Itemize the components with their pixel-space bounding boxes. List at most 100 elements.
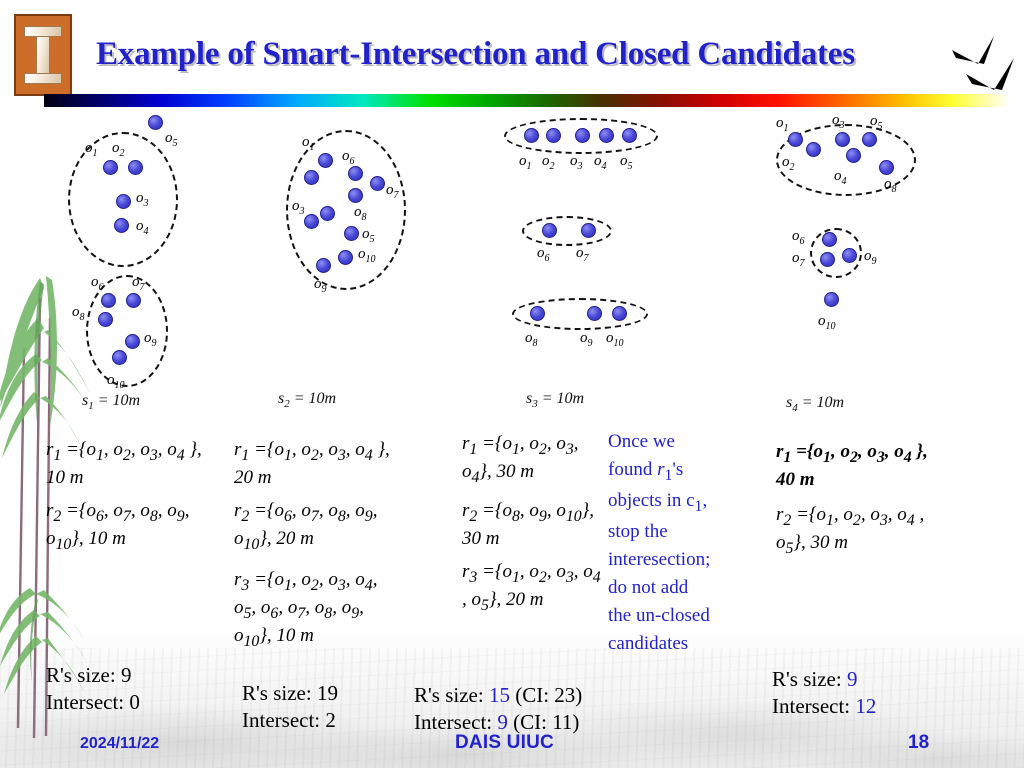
intersect-label: Intersect:	[414, 710, 493, 735]
object-dot	[546, 128, 561, 143]
object-label: o9	[314, 276, 327, 295]
diagram-s1: o5 o1 o2 o3 o4 o6 o7 o8 o9 o10	[56, 110, 236, 400]
intersect-label: Intersect:	[242, 708, 321, 733]
object-dot	[575, 128, 590, 143]
rules-column-1: r1 ={o1, o2, o3, o4 }, 10 m r2 ={o6, o7,…	[46, 438, 221, 556]
object-label: o10	[358, 246, 376, 265]
intersect-ci: (CI: 11)	[513, 710, 580, 735]
object-label: o3	[570, 153, 583, 172]
rules-column-4: r1 ={o1, o2, o3, o4 }, 40 m r2 ={o1, o2,…	[776, 440, 941, 560]
object-dot	[125, 334, 140, 349]
intersect-value: 0	[129, 690, 140, 715]
object-label: o3	[832, 112, 845, 131]
object-label: o8	[525, 330, 538, 349]
object-label: o3	[136, 190, 149, 209]
object-dot	[824, 292, 839, 307]
object-dot	[318, 153, 333, 168]
object-label: o10	[107, 372, 125, 391]
size-value: 15	[488, 683, 510, 707]
object-label: o7	[792, 250, 805, 269]
summary-column-2: R's size: 19 Intersect: 2	[242, 680, 338, 735]
object-dot	[822, 232, 837, 247]
object-label: o1	[519, 153, 532, 172]
object-label: o4	[136, 218, 149, 237]
object-dot	[101, 293, 116, 308]
object-label: o5	[870, 113, 883, 132]
rules-column-2: r1 ={o1, o2, o3, o4 }, 20 m r2 ={o6, o7,…	[234, 438, 404, 653]
object-label: o5	[620, 153, 633, 172]
intersect-value: 12	[855, 694, 877, 719]
object-dot	[612, 306, 627, 321]
uiuc-block-i-logo	[14, 14, 72, 96]
object-label: o9	[144, 330, 157, 349]
object-label: o2	[782, 154, 795, 173]
object-dot	[788, 132, 803, 147]
object-dot	[530, 306, 545, 321]
object-label: o6	[342, 148, 355, 167]
page-title: Example of Smart-Intersection and Closed…	[96, 36, 855, 72]
rules-column-3: r1 ={o1, o2, o3, o4}, 30 m r2 ={o8, o9, …	[462, 432, 602, 616]
rule-line: r1 ={o1, o2, o3, o4 }, 10 m	[46, 439, 202, 489]
object-dot	[348, 166, 363, 181]
object-dot	[542, 223, 557, 238]
object-dot	[370, 176, 385, 191]
object-dot	[622, 128, 637, 143]
object-dot	[820, 252, 835, 267]
intersect-value: 2	[325, 708, 336, 733]
size-value: 19	[316, 681, 338, 705]
note-line: objects in c1,	[608, 489, 708, 515]
rule-line: r3 ={o1, o2, o3, o4 , o5}, 20 m	[462, 560, 601, 614]
object-label: o9	[580, 330, 593, 349]
object-dot	[116, 194, 131, 209]
cluster-ellipse	[522, 216, 612, 246]
object-dot	[316, 258, 331, 273]
footer-org: DAIS UIUC	[455, 732, 554, 753]
object-dot	[304, 170, 319, 185]
note-line: do not add	[608, 576, 689, 598]
object-label: o7	[386, 182, 399, 201]
object-label: o7	[132, 274, 145, 293]
object-label: o1	[776, 115, 789, 134]
object-label: o6	[792, 228, 805, 247]
rule-line: r1 ={o1, o2, o3, o4 }, 40 m	[776, 441, 928, 491]
diagram-s2: o1 o6 o7 o3 o8 o5 o10 o9	[286, 126, 416, 296]
object-label: o8	[354, 204, 367, 223]
size-label: R's size:	[772, 667, 842, 691]
summary-column-3: R's size: 15 (CI: 23) Intersect: 9 (CI: …	[414, 682, 582, 737]
object-dot	[806, 142, 821, 157]
object-dot	[98, 312, 113, 327]
object-dot	[599, 128, 614, 143]
object-dot	[114, 218, 129, 233]
size-label: R's size:	[46, 663, 116, 687]
object-dot	[862, 132, 877, 147]
size-label: R's size:	[242, 681, 312, 705]
object-dot	[148, 115, 163, 130]
object-label: o4	[834, 168, 847, 187]
rule-line: r3 ={o1, o2, o3, o4, o5, o6, o7, o8, o9,…	[234, 568, 378, 651]
object-label: o8	[72, 304, 85, 323]
note-line: found r1's	[608, 458, 684, 484]
size-value: 9	[120, 663, 132, 687]
intersect-value: 9	[497, 710, 508, 735]
object-label: o8	[884, 176, 897, 195]
rule-line: r2 ={o8, o9, o10}, 30 m	[462, 499, 595, 550]
object-dot	[304, 214, 319, 229]
object-label: o1	[302, 134, 315, 153]
explanation-note: Once we found r1's objects in c1, stop t…	[608, 428, 753, 658]
object-dot	[842, 248, 857, 263]
object-label: o9	[864, 248, 877, 267]
note-line: Once we	[608, 431, 675, 452]
object-label: o4	[594, 153, 607, 172]
object-label: o2	[542, 153, 555, 172]
diagram-caption-s2: s2 = 10m	[278, 390, 337, 411]
object-label: o5	[165, 130, 178, 149]
object-dot	[879, 160, 894, 175]
object-label: o6	[537, 245, 550, 264]
diagram-caption-s1: s1 = 10m	[82, 392, 141, 413]
object-dot	[846, 148, 861, 163]
object-dot	[128, 160, 143, 175]
object-dot	[103, 160, 118, 175]
rule-line: r1 ={o1, o2, o3, o4}, 30 m	[462, 433, 579, 487]
rule-line: r2 ={o6, o7, o8, o9, o10}, 20 m	[234, 500, 378, 554]
object-dot	[338, 250, 353, 265]
